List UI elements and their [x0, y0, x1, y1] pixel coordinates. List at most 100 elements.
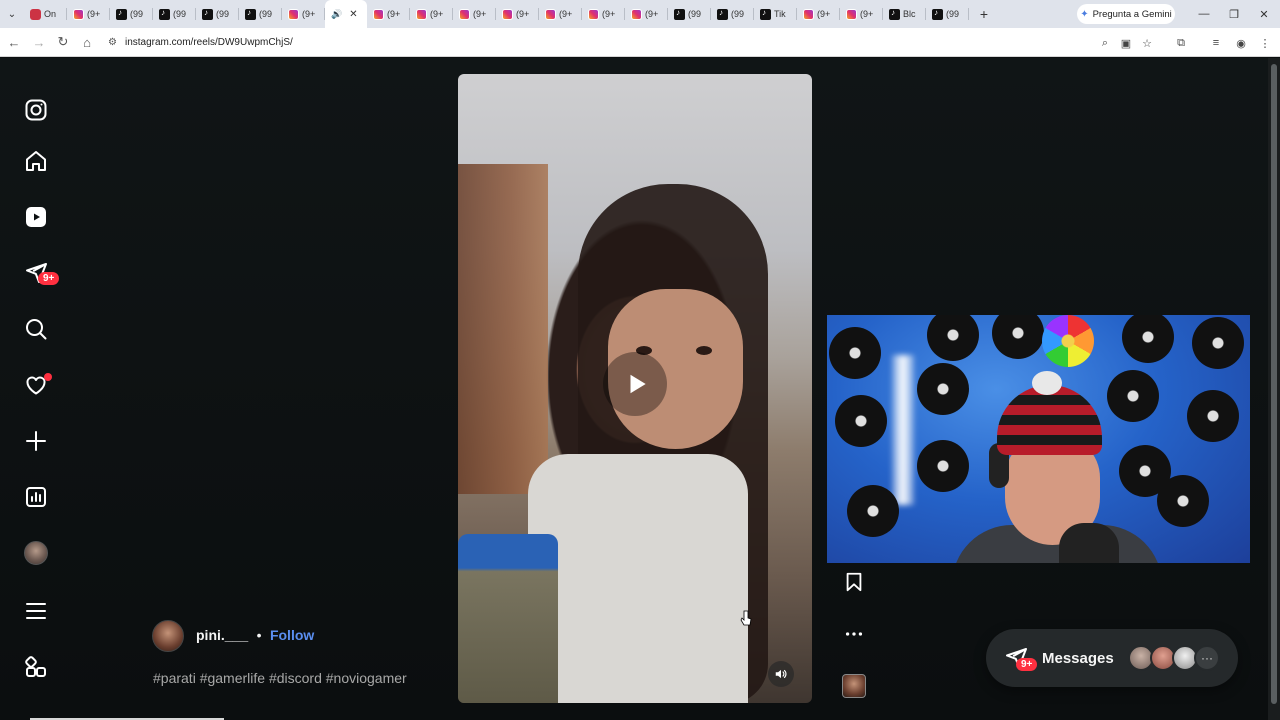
- tab-label: (9+: [87, 9, 101, 19]
- instagram-favicon-icon: [288, 8, 299, 20]
- tiktok-favicon-icon: [674, 8, 685, 20]
- browser-tab-bar: ⌄ On(9+(99(99(99(99(9+🔊✕(9+(9+(9+(9+(9+(…: [0, 0, 1280, 28]
- forward-button[interactable]: →: [27, 30, 51, 54]
- tab[interactable]: On: [24, 0, 67, 28]
- bookmark-star-icon[interactable]: ☆: [1136, 33, 1158, 53]
- messages-badge: 9+: [1016, 658, 1038, 671]
- notifications-badge: 9+: [38, 272, 60, 285]
- instagram-logo-icon[interactable]: [22, 96, 50, 124]
- gemini-button[interactable]: ✦ Pregunta a Gemini: [1077, 4, 1175, 24]
- tab-label: Blc: [903, 9, 916, 19]
- reload-button[interactable]: ↻: [51, 30, 75, 54]
- tab[interactable]: (99: [668, 0, 711, 28]
- back-button[interactable]: ←: [2, 30, 26, 54]
- tab[interactable]: (9+: [453, 0, 496, 28]
- activity-dot: [44, 373, 52, 381]
- reel-caption: #parati #gamerlife #discord #noviogamer: [153, 670, 407, 686]
- tab[interactable]: (9+: [797, 0, 840, 28]
- search-icon[interactable]: [22, 315, 50, 343]
- tab[interactable]: Tik: [754, 0, 797, 28]
- scrollbar-thumb[interactable]: [1271, 64, 1277, 704]
- vinyl-record: [917, 363, 969, 415]
- profile-icon[interactable]: ◉: [1230, 33, 1252, 53]
- tab[interactable]: (99: [153, 0, 196, 28]
- tab-label: (9+: [516, 9, 530, 19]
- extensions-icon[interactable]: ⧉: [1170, 33, 1192, 53]
- messages-label: Messages: [1042, 649, 1114, 667]
- tab[interactable]: (99: [239, 0, 282, 28]
- instagram-favicon-icon: [416, 8, 427, 20]
- tiktok-favicon-icon: [159, 8, 170, 20]
- install-app-icon[interactable]: ▣: [1115, 33, 1137, 53]
- author-avatar[interactable]: [152, 620, 184, 652]
- home-icon[interactable]: [22, 147, 50, 175]
- also-from-meta-icon[interactable]: [22, 653, 50, 681]
- home-button[interactable]: ⌂: [75, 30, 99, 54]
- tab-label: On: [44, 9, 57, 19]
- tab[interactable]: (99: [196, 0, 239, 28]
- url-text: instagram.com/reels/DW9UwpmChjS/: [124, 37, 293, 48]
- volume-button[interactable]: [768, 661, 794, 687]
- tab[interactable]: (9+: [367, 0, 410, 28]
- instagram-favicon-icon: [588, 8, 599, 20]
- mouse-cursor-icon: [740, 610, 752, 626]
- gemini-spark-icon: ✦: [1080, 8, 1089, 20]
- profile-avatar[interactable]: [22, 539, 50, 567]
- vinyl-record: [1187, 390, 1239, 442]
- url-field[interactable]: ⚙ instagram.com/reels/DW9UwpmChjS/: [108, 32, 1168, 53]
- tab[interactable]: (9+: [539, 0, 582, 28]
- dashboard-icon[interactable]: [22, 483, 50, 511]
- play-button[interactable]: [603, 352, 667, 416]
- tab-active[interactable]: 🔊 ✕: [325, 0, 367, 28]
- tab[interactable]: (9+: [625, 0, 668, 28]
- tab-label: (9+: [302, 9, 316, 19]
- reading-list-icon[interactable]: ≡: [1205, 33, 1227, 53]
- tab[interactable]: (9+: [582, 0, 625, 28]
- tab-label: (9+: [387, 9, 401, 19]
- follow-button[interactable]: Follow: [270, 627, 314, 643]
- new-tab-button[interactable]: +: [973, 6, 995, 22]
- original-audio-thumbnail[interactable]: [840, 672, 868, 700]
- vinyl-record: [829, 327, 881, 379]
- restore-button[interactable]: ❐: [1218, 0, 1250, 28]
- tiktok-favicon-icon: [245, 8, 256, 20]
- close-tab-icon[interactable]: ✕: [349, 9, 357, 20]
- tab[interactable]: (9+: [840, 0, 883, 28]
- tab[interactable]: (99: [110, 0, 153, 28]
- speaker-icon: [775, 669, 787, 679]
- instagram-favicon-icon: [459, 8, 470, 20]
- page-scrollbar[interactable]: [1268, 58, 1280, 720]
- tab[interactable]: (9+: [67, 0, 110, 28]
- tab[interactable]: Blc: [883, 0, 926, 28]
- create-icon[interactable]: [22, 427, 50, 455]
- tab[interactable]: (9+: [410, 0, 453, 28]
- tiktok-favicon-icon: [202, 8, 213, 20]
- gemini-button-label: Pregunta a Gemini: [1092, 8, 1172, 20]
- tab-label: (9+: [430, 9, 444, 19]
- tab-search-button[interactable]: ⌄: [0, 0, 24, 28]
- tab-label: (9+: [602, 9, 616, 19]
- close-window-button[interactable]: ✕: [1248, 0, 1280, 28]
- tab[interactable]: (9+: [282, 0, 325, 28]
- zoom-icon[interactable]: ⌕: [1094, 33, 1116, 53]
- site-info-icon[interactable]: ⚙: [108, 37, 117, 48]
- video-subject-shirt: [528, 454, 748, 703]
- reels-icon[interactable]: [22, 203, 50, 231]
- author-username[interactable]: pini.___: [196, 627, 248, 643]
- tab[interactable]: (9+: [496, 0, 539, 28]
- tab[interactable]: (99: [711, 0, 754, 28]
- more-menu-icon[interactable]: [22, 597, 50, 625]
- vinyl-record: [927, 315, 979, 361]
- reel-video[interactable]: [458, 74, 812, 703]
- more-options-icon[interactable]: [840, 620, 868, 648]
- beanie: [997, 385, 1102, 455]
- minimize-button[interactable]: —: [1188, 0, 1220, 28]
- messages-avatars: ···: [1128, 645, 1220, 671]
- save-icon[interactable]: [840, 568, 868, 596]
- browser-menu-icon[interactable]: ⋮: [1254, 33, 1276, 53]
- vinyl-record: [1157, 475, 1209, 527]
- tab-strip: On(9+(99(99(99(99(9+🔊✕(9+(9+(9+(9+(9+(9+…: [24, 0, 969, 28]
- speaker-icon[interactable]: 🔊: [331, 9, 342, 20]
- vinyl-record: [1122, 315, 1174, 363]
- tab[interactable]: (99: [926, 0, 969, 28]
